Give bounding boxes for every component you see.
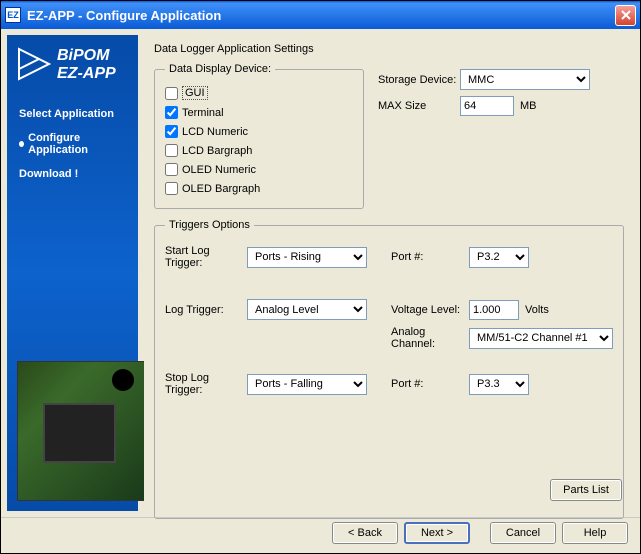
voltage-input[interactable]: [469, 300, 519, 320]
stop-port-select[interactable]: P3.3: [469, 374, 529, 395]
storage-device-label: Storage Device:: [378, 74, 460, 86]
check-oled-numeric[interactable]: OLED Numeric: [165, 163, 265, 176]
check-oled-numeric-input[interactable]: [165, 163, 178, 176]
triangle-icon: [17, 47, 51, 81]
display-device-legend: Data Display Device:: [165, 63, 275, 75]
max-size-unit: MB: [520, 100, 537, 112]
start-port-label: Port #:: [387, 251, 469, 263]
titlebar: EZ EZ-APP - Configure Application: [1, 1, 640, 29]
check-lcd-numeric[interactable]: LCD Numeric: [165, 125, 265, 138]
stop-trigger-label: Stop Log Trigger:: [165, 372, 247, 396]
back-button[interactable]: < Back: [332, 522, 398, 544]
check-gui-input[interactable]: [165, 87, 178, 100]
close-icon: [621, 10, 631, 20]
wizard-footer: < Back Next > Cancel Help: [1, 517, 640, 547]
max-size-label: MAX Size: [378, 100, 460, 112]
check-label: LCD Numeric: [182, 126, 248, 138]
page-heading: Data Logger Application Settings: [154, 43, 624, 55]
check-label: OLED Numeric: [182, 164, 256, 176]
help-button[interactable]: Help: [562, 522, 628, 544]
sidebar-item-configure-application[interactable]: Configure Application: [17, 126, 128, 162]
sidebar-item-label: Download !: [19, 168, 78, 180]
main-panel: Data Logger Application Settings Data Di…: [144, 35, 634, 511]
check-gui[interactable]: GUI: [165, 86, 265, 100]
check-lcd-bargraph-input[interactable]: [165, 144, 178, 157]
check-oled-bargraph[interactable]: OLED Bargraph: [165, 182, 265, 195]
check-label: Terminal: [182, 107, 224, 119]
app-icon: EZ: [5, 7, 21, 23]
check-lcd-numeric-input[interactable]: [165, 125, 178, 138]
storage-device-select[interactable]: MMC: [460, 69, 590, 90]
start-trigger-label: Start Log Trigger:: [165, 245, 247, 269]
next-button[interactable]: Next >: [404, 522, 470, 544]
check-label: GUI: [182, 86, 208, 100]
voltage-label: Voltage Level:: [387, 304, 469, 316]
start-port-select[interactable]: P3.2: [469, 247, 529, 268]
check-terminal-input[interactable]: [165, 106, 178, 119]
log-trigger-label: Log Trigger:: [165, 304, 247, 316]
brand-line2: EZ-APP: [57, 65, 116, 83]
check-label: OLED Bargraph: [182, 183, 260, 195]
cancel-button[interactable]: Cancel: [490, 522, 556, 544]
display-device-group: Data Display Device: GUI Terminal LCD: [154, 63, 364, 209]
triggers-legend: Triggers Options: [165, 219, 254, 231]
start-trigger-select[interactable]: Ports - Rising: [247, 247, 367, 268]
analog-channel-select[interactable]: MM/51-C2 Channel #1: [469, 328, 613, 349]
sidebar-item-label: Select Application: [19, 108, 114, 120]
sidebar: BiPOM EZ-APP Select Application Configur…: [7, 35, 138, 511]
check-lcd-bargraph[interactable]: LCD Bargraph: [165, 144, 265, 157]
analog-channel-label: Analog Channel:: [387, 326, 469, 350]
window-title: EZ-APP - Configure Application: [27, 8, 615, 23]
stop-port-label: Port #:: [387, 378, 469, 390]
sidebar-item-select-application[interactable]: Select Application: [17, 102, 128, 126]
brand-line1: BiPOM: [57, 47, 116, 65]
triggers-group: Triggers Options Start Log Trigger: Port…: [154, 219, 624, 519]
log-trigger-select[interactable]: Analog Level: [247, 299, 367, 320]
sidebar-item-download[interactable]: Download !: [17, 162, 128, 186]
brand-logo: BiPOM EZ-APP: [17, 47, 128, 82]
voltage-unit: Volts: [525, 304, 549, 316]
check-oled-bargraph-input[interactable]: [165, 182, 178, 195]
stop-trigger-select[interactable]: Ports - Falling: [247, 374, 367, 395]
board-image: [17, 361, 145, 501]
sidebar-item-label: Configure Application: [28, 132, 126, 156]
close-button[interactable]: [615, 5, 636, 26]
max-size-input[interactable]: [460, 96, 514, 116]
check-label: LCD Bargraph: [182, 145, 252, 157]
check-terminal[interactable]: Terminal: [165, 106, 265, 119]
parts-list-button[interactable]: Parts List: [550, 479, 622, 501]
